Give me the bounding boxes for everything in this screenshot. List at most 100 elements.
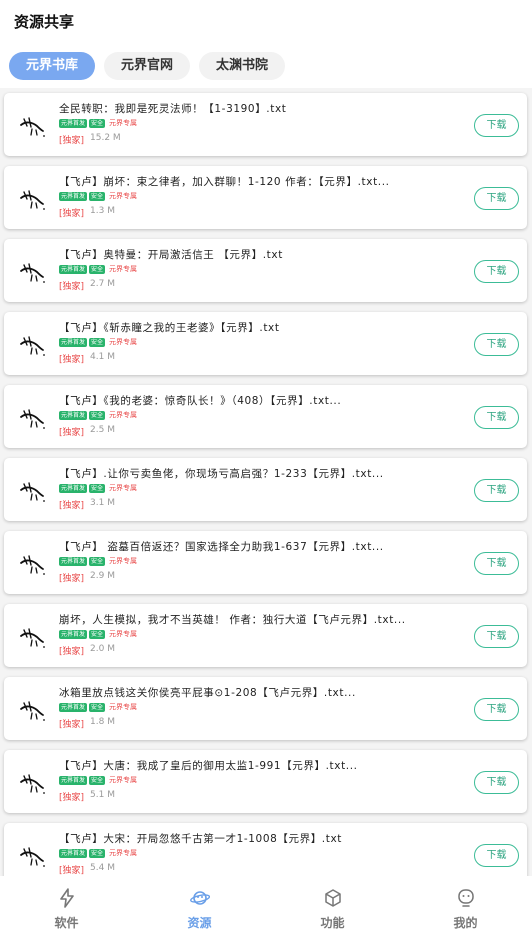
- file-size: 3.1 M: [90, 498, 115, 508]
- file-size: 2.5 M: [90, 425, 115, 435]
- badge-row: 元界首发 安全 元界专属: [59, 264, 137, 274]
- book-cover-icon: [18, 113, 46, 139]
- bottom-nav: 软件 资源 功能 我的: [0, 876, 532, 946]
- book-cover-icon: [18, 405, 46, 431]
- category-tabs: 元界书库 元界官网 太渊书院: [9, 52, 285, 80]
- download-button[interactable]: 下载: [474, 479, 519, 502]
- resource-title: 全民转职：我即是死灵法师！【1-3190】.txt: [59, 103, 287, 115]
- resource-title: 【飞卢】《我的老婆：惊奇队长！》（408）【元界】.txt...: [59, 395, 342, 407]
- resource-title: 冰箱里放点钱这关你侯亮平屁事⊙1-208【飞卢元界】.txt...: [59, 687, 356, 699]
- nav-item-features[interactable]: 功能: [266, 876, 399, 946]
- nav-label-mine: 我的: [453, 916, 478, 930]
- badge-first-release: 元界首发: [59, 483, 88, 493]
- badge-first-release: 元界首发: [59, 337, 88, 347]
- book-cover-icon: [18, 770, 46, 796]
- badge-safe: 安全: [89, 775, 106, 785]
- badge-safe: 安全: [89, 848, 106, 858]
- exclusive-tag: [独家]: [59, 793, 85, 803]
- resource-meta: [独家] 5.4 M: [59, 863, 115, 876]
- resource-card[interactable]: 【飞卢】奥特曼：开局激活信王 【元界】.txt 元界首发 安全 元界专属 [独家] 2.7…: [4, 239, 527, 302]
- resource-meta: [独家] 2.7 M: [59, 279, 115, 292]
- resource-title: 崩坏，人生模拟，我才不当英雄！ 作者：独行大道【飞卢元界】.txt...: [59, 614, 406, 626]
- download-button[interactable]: 下载: [474, 187, 519, 210]
- book-cover-icon: [18, 697, 46, 723]
- tab-yuanjie-official[interactable]: 元界官网: [104, 52, 190, 80]
- badge-safe: 安全: [89, 629, 106, 639]
- download-button[interactable]: 下载: [474, 406, 519, 429]
- badge-first-release: 元界首发: [59, 264, 88, 274]
- exclusive-tag: [独家]: [59, 282, 85, 292]
- resource-card[interactable]: 全民转职：我即是死灵法师！【1-3190】.txt 元界首发 安全 元界专属 [独家] 1…: [4, 93, 527, 156]
- badge-exclusive-text: 元界专属: [109, 776, 138, 784]
- badge-first-release: 元界首发: [59, 191, 88, 201]
- resource-title: 【飞卢】崩坏：束之律者，加入群聊！1-120 作者：【元界】.txt...: [59, 176, 390, 188]
- badge-safe: 安全: [89, 410, 106, 420]
- nav-item-mine[interactable]: 我的: [399, 876, 532, 946]
- resource-card[interactable]: 【飞卢】崩坏：束之律者，加入群聊！1-120 作者：【元界】.txt... 元界首…: [4, 166, 527, 229]
- badge-first-release: 元界首发: [59, 702, 88, 712]
- download-button[interactable]: 下载: [474, 333, 519, 356]
- badge-first-release: 元界首发: [59, 118, 88, 128]
- resource-list[interactable]: 全民转职：我即是死灵法师！【1-3190】.txt 元界首发 安全 元界专属 [独家] 1…: [0, 88, 532, 876]
- nav-label-resources: 资源: [187, 916, 212, 930]
- download-button[interactable]: 下载: [474, 625, 519, 648]
- exclusive-tag: [独家]: [59, 209, 85, 219]
- tab-yuanjie-library[interactable]: 元界书库: [9, 52, 95, 80]
- book-cover-icon: [18, 551, 46, 577]
- badge-safe: 安全: [89, 191, 106, 201]
- badge-exclusive-text: 元界专属: [109, 484, 138, 492]
- resource-meta: [独家] 2.5 M: [59, 425, 115, 438]
- exclusive-tag: [独家]: [59, 647, 85, 657]
- resource-card[interactable]: 【飞卢】大宋：开局忽悠千古第一才1-1008【元界】.txt 元界首发 安全 元界专属…: [4, 823, 527, 876]
- nav-item-resources[interactable]: 资源: [133, 876, 266, 946]
- download-button[interactable]: 下载: [474, 114, 519, 137]
- book-cover-icon: [18, 624, 46, 650]
- file-size: 1.8 M: [90, 717, 115, 727]
- badge-safe: 安全: [89, 118, 106, 128]
- exclusive-tag: [独家]: [59, 136, 85, 146]
- badge-first-release: 元界首发: [59, 629, 88, 639]
- download-button[interactable]: 下载: [474, 552, 519, 575]
- nav-label-features: 功能: [320, 916, 345, 930]
- resource-card[interactable]: 冰箱里放点钱这关你侯亮平屁事⊙1-208【飞卢元界】.txt... 元界首发 安全元…: [4, 677, 527, 740]
- resource-card[interactable]: 崩坏，人生模拟，我才不当英雄！ 作者：独行大道【飞卢元界】.txt... 元界首发…: [4, 604, 527, 667]
- resource-card[interactable]: 【飞卢】 盗墓百倍返还？国家选择全力助我1-637【元界】.txt... 元界首发…: [4, 531, 527, 594]
- resource-card[interactable]: 【飞卢】《我的老婆：惊奇队长！》（408）【元界】.txt... 元界首发 安全 元界…: [4, 385, 527, 448]
- badge-row: 元界首发 安全 元界专属: [59, 191, 137, 201]
- nav-item-software[interactable]: 软件: [0, 876, 133, 946]
- badge-exclusive-text: 元界专属: [109, 192, 138, 200]
- resource-card[interactable]: 【飞卢】《斩赤瞳之我的王老婆》【元界】.txt 元界首发 安全 元界专属 [独家] 4.1…: [4, 312, 527, 375]
- resource-meta: [独家] 2.9 M: [59, 571, 115, 584]
- book-cover-icon: [18, 186, 46, 212]
- resource-card[interactable]: 【飞卢】.让你亏卖鱼佬，你现场亏高启强？1-233【元界】.txt... 元界首发…: [4, 458, 527, 521]
- exclusive-tag: [独家]: [59, 355, 85, 365]
- resource-card[interactable]: 【飞卢】大唐：我成了皇后的御用太监1-991【元界】.txt... 元界首发 安全元…: [4, 750, 527, 813]
- badge-exclusive-text: 元界专属: [109, 630, 138, 638]
- resource-meta: [独家] 4.1 M: [59, 352, 115, 365]
- file-size: 2.7 M: [90, 279, 115, 289]
- planet-icon: [189, 891, 210, 905]
- download-button[interactable]: 下载: [474, 260, 519, 283]
- download-button[interactable]: 下载: [474, 844, 519, 867]
- download-button[interactable]: 下载: [474, 771, 519, 794]
- badge-safe: 安全: [89, 264, 106, 274]
- badge-row: 元界首发 安全 元界专属: [59, 483, 137, 493]
- book-cover-icon: [18, 332, 46, 358]
- badge-exclusive-text: 元界专属: [109, 703, 138, 711]
- badge-first-release: 元界首发: [59, 556, 88, 566]
- badge-row: 元界首发 安全 元界专属: [59, 775, 137, 785]
- badge-row: 元界首发 安全 元界专属: [59, 337, 137, 347]
- tab-taiyuan-academy[interactable]: 太渊书院: [199, 52, 285, 80]
- resource-title: 【飞卢】大宋：开局忽悠千古第一才1-1008【元界】.txt: [59, 833, 342, 845]
- badge-first-release: 元界首发: [59, 410, 88, 420]
- file-size: 4.1 M: [90, 352, 115, 362]
- lightning-icon: [59, 888, 74, 908]
- page-title: 资源共享: [14, 13, 75, 31]
- resource-meta: [独家] 1.3 M: [59, 206, 115, 219]
- exclusive-tag: [独家]: [59, 574, 85, 584]
- face-icon: [457, 889, 474, 907]
- book-cover-icon: [18, 843, 46, 869]
- download-button[interactable]: 下载: [474, 698, 519, 721]
- badge-row: 元界首发 安全 元界专属: [59, 410, 137, 420]
- resource-title: 【飞卢】 盗墓百倍返还？国家选择全力助我1-637【元界】.txt...: [59, 541, 384, 553]
